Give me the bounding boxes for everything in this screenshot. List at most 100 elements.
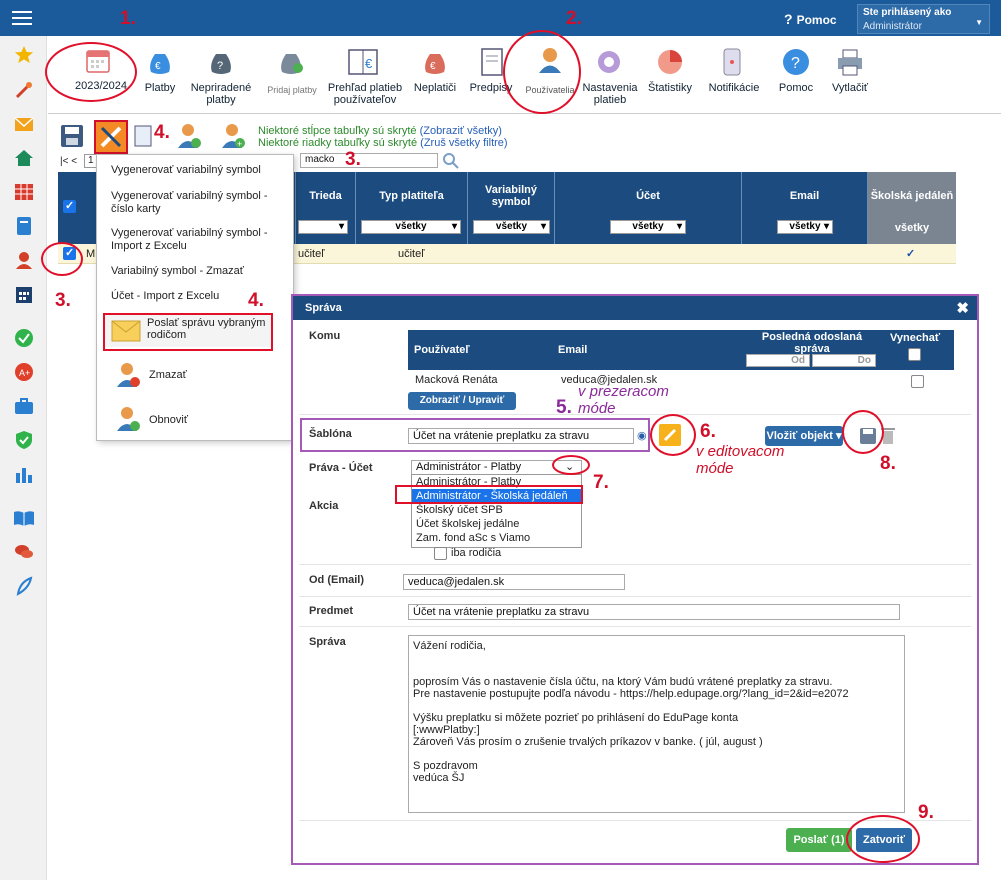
send-button[interactable]: Poslať (1) — [786, 828, 852, 852]
option[interactable]: Školský účet SPB — [412, 503, 581, 517]
subject-input[interactable]: Účet na vrátenie preplatku za stravu — [408, 604, 900, 620]
date-from-input[interactable]: Od — [746, 354, 810, 367]
toolbar-prehlad[interactable]: Prehľad platieb používateľov — [324, 82, 406, 106]
toolbar-statistiky[interactable]: Štatistiky — [646, 82, 694, 94]
add-money-icon — [278, 48, 304, 79]
filter-email[interactable]: všetky — [777, 220, 833, 234]
filter-jedalen[interactable]: všetky — [868, 222, 956, 234]
toolbar-pomoc[interactable]: Pomoc — [774, 82, 818, 94]
message-dialog: Správa ✖ Komu Používateľ Email Posledná o… — [291, 294, 979, 865]
search-icon[interactable] — [442, 152, 460, 173]
template-label: Šablóna — [309, 428, 352, 440]
user-check-icon[interactable] — [176, 122, 202, 153]
skip-checkbox[interactable] — [911, 375, 924, 388]
show-all-link[interactable]: (Zobraziť všetky) — [420, 125, 502, 137]
annotation-ring — [650, 414, 696, 456]
chat-icon[interactable] — [13, 542, 35, 562]
menu-item-vs-karta[interactable]: Vygenerovať variabilný symbol - číslo ka… — [111, 190, 281, 216]
annotation-number: 5. — [556, 397, 572, 418]
toolbar-neplatici[interactable]: Neplatiči — [410, 82, 460, 94]
top-bar: ? Pomoc Ste prihlásený ako Administrátor … — [0, 0, 1001, 36]
option[interactable]: Účet školskej jedálne — [412, 517, 581, 531]
book-icon[interactable] — [13, 216, 35, 236]
filter-ucet[interactable]: všetky — [610, 220, 686, 234]
svg-text:?: ? — [217, 60, 223, 72]
timetable-icon[interactable] — [13, 182, 35, 202]
svg-text:?: ? — [791, 55, 800, 72]
shield-icon[interactable] — [13, 430, 35, 450]
tools-button[interactable] — [94, 120, 128, 154]
filter-vs[interactable]: všetky — [473, 220, 550, 234]
phone-icon — [723, 48, 741, 79]
debtor-bag-icon: € — [422, 48, 448, 79]
toolbar-pridaj-platby[interactable]: Pridaj platby — [262, 84, 322, 96]
help-label: Pomoc — [796, 13, 837, 27]
annotation-ring — [552, 455, 590, 475]
menu-item-zmazat[interactable]: Zmazať — [149, 369, 229, 382]
sidebar: A+ — [0, 36, 47, 880]
login-selector[interactable]: Ste prihlásený ako Administrátor ▼ — [857, 4, 990, 34]
annotation-ring — [846, 815, 920, 863]
ledger-icon: € — [348, 48, 378, 79]
select-all-checkbox[interactable] — [63, 199, 76, 213]
clear-filters-link[interactable]: (Zruš všetky filtre) — [420, 137, 507, 149]
annotation-ring — [41, 242, 83, 276]
tools-context-menu: Vygenerovať variabilný symbol Vygenerova… — [96, 154, 294, 441]
svg-text:€: € — [365, 56, 373, 71]
toolbar-nastavenia[interactable]: Nastavenia platieb — [580, 82, 640, 106]
option[interactable]: Zam. fond aSc s Viamo — [412, 531, 581, 545]
filter-typ[interactable]: všetky — [361, 220, 461, 234]
message-textarea[interactable]: Vážení rodičia, poprosím Vás o nastaveni… — [408, 635, 905, 813]
grade-icon[interactable]: A+ — [13, 362, 35, 382]
menu-item-vs[interactable]: Vygenerovať variabilný symbol — [111, 164, 281, 177]
open-book-icon[interactable] — [13, 508, 35, 528]
annotation-text: v prezeracom móde — [578, 383, 669, 417]
star-icon[interactable] — [13, 45, 35, 65]
skip-all-checkbox[interactable] — [908, 348, 921, 361]
envelope-icon[interactable] — [13, 114, 35, 134]
divider — [299, 596, 971, 597]
hamburger-menu-icon[interactable] — [12, 11, 32, 25]
row-typ: učiteľ — [398, 248, 425, 260]
user-restore-icon — [115, 405, 141, 436]
home-icon[interactable] — [13, 148, 35, 168]
briefcase-icon[interactable] — [13, 396, 35, 416]
menu-item-vs-zmazat[interactable]: Variabilný symbol - Zmazať — [111, 265, 281, 278]
menu-item-obnovit[interactable]: Obnoviť — [149, 414, 229, 427]
toolbar-nepriradene[interactable]: Nepriradené platby — [186, 82, 256, 106]
hidden-columns-hint: Niektoré stĺpce tabuľky sú skryté (Zobra… — [258, 125, 502, 137]
table-columns-icon[interactable] — [134, 125, 152, 150]
toolbar-vytlacit[interactable]: Vytlačiť — [824, 82, 876, 94]
feather-icon[interactable] — [13, 576, 35, 596]
login-value: Administrátor — [863, 21, 922, 32]
help-link[interactable]: ? Pomoc — [784, 11, 837, 27]
col-trieda: Trieda — [295, 172, 355, 244]
annotation-number: 4. — [248, 290, 264, 311]
calendar-icon[interactable] — [13, 284, 35, 304]
template-input[interactable]: Účet na vrátenie preplatku za stravu — [408, 428, 634, 444]
filter-trieda[interactable] — [298, 220, 348, 234]
annotation-number: 3. — [55, 290, 71, 311]
parents-only-checkbox[interactable] — [434, 547, 447, 560]
pager-first[interactable]: |< < — [60, 156, 77, 167]
annotation-number: 4. — [154, 122, 170, 143]
close-icon[interactable]: ✖ — [956, 299, 969, 317]
eye-icon[interactable]: ◉ — [637, 429, 647, 442]
user-icon[interactable] — [13, 250, 35, 270]
menu-item-vs-import[interactable]: Vygenerovať variabilný symbol - Import z… — [111, 227, 281, 253]
user-add-icon[interactable]: + — [220, 122, 246, 153]
annotation-box — [395, 485, 583, 504]
save-icon[interactable] — [60, 124, 84, 151]
search-input[interactable]: macko — [300, 153, 438, 168]
checkmark-circle-icon[interactable] — [13, 328, 35, 348]
show-edit-button[interactable]: Zobraziť / Upraviť — [408, 392, 516, 410]
row-name: M — [86, 248, 96, 260]
komu-label: Komu — [309, 330, 341, 342]
from-email-input[interactable]: veduca@jedalen.sk — [403, 574, 625, 590]
bar-chart-icon[interactable] — [13, 464, 35, 484]
toolbar-platby[interactable]: Platby — [138, 82, 182, 94]
divider — [299, 626, 971, 627]
date-to-input[interactable]: Do — [812, 354, 876, 367]
toolbar-notifikacie[interactable]: Notifikácie — [702, 82, 766, 94]
magic-wand-icon[interactable] — [13, 80, 35, 100]
